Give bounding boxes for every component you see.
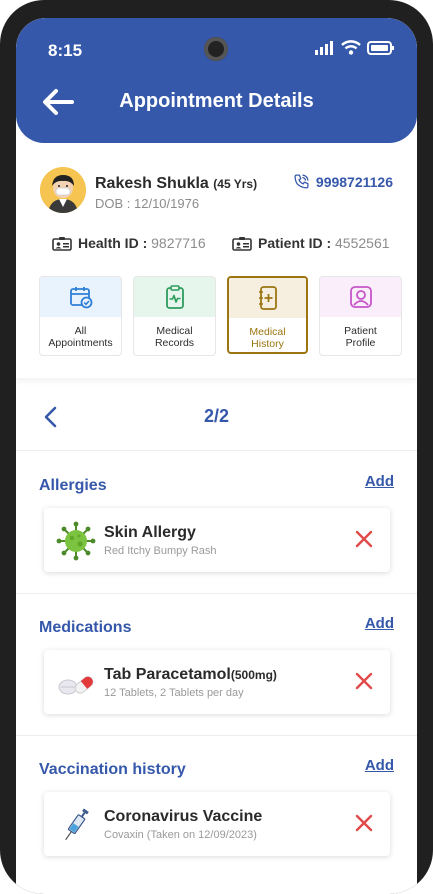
virus-icon [56,521,96,561]
patient-id-label: Patient ID : [258,235,332,251]
section-title: Medications [39,619,132,636]
delete-x-icon[interactable] [354,529,374,549]
section-title: Allergies [39,477,107,494]
medication-detail: 12 Tablets, 2 Tablets per day [104,687,244,699]
page-indicator: 2/2 [203,406,230,426]
tile-label-line2: Appointments [48,337,113,349]
medication-dose: (500mg) [230,668,277,682]
quick-nav-tiles: All Appointments Medical Records Medical… [39,276,402,356]
add-medication-button[interactable]: Add [365,615,394,632]
tile-label-line2: Records [154,337,195,349]
health-id-label: Health ID : [78,235,148,251]
tile-label-line1: Medical [156,325,193,337]
add-vaccination-button[interactable]: Add [365,757,394,774]
patient-age: (45 Yrs) [213,177,258,191]
phone-frame: 8:15 Appointment Details Rakesh Shukla (… [0,0,433,894]
signal-icon [315,40,333,55]
patient-dob: DOB : 12/10/1976 [95,196,200,211]
patient-id-value: 4552561 [335,235,390,251]
vaccination-card: Coronavirus Vaccine Covaxin (Taken on 12… [44,792,390,856]
vaccine-detail: Covaxin (Taken on 12/09/2023) [104,829,257,841]
medications-section: Medications Add Tab Paracetamol(500mg) 1… [16,593,417,736]
patient-id-row: Patient ID : 4552561 [232,235,390,251]
add-allergy-button[interactable]: Add [365,473,394,490]
tile-patient-profile[interactable]: Patient Profile [319,276,402,356]
medication-name: Tab Paracetamol [104,666,231,683]
tile-all-appointments[interactable]: All Appointments [39,276,122,356]
pills-icon [58,676,94,695]
tile-label-line1: All [74,325,87,337]
medical-book-icon [258,286,277,310]
phone-call-icon [294,174,309,189]
tile-label-line1: Patient [344,325,377,337]
vaccination-section: Vaccination history Add Coronavirus Vacc… [16,735,417,877]
pager: 2/2 [16,390,417,451]
tile-icon-bg [229,278,306,318]
allergy-detail: Red Itchy Bumpy Rash [104,545,217,557]
tile-label-line1: Medical [249,326,286,338]
tile-label-line2: Profile [345,337,376,349]
vaccine-name: Coronavirus Vaccine [104,808,263,825]
section-title: Vaccination history [39,761,186,778]
health-id-value: 9827716 [151,235,206,251]
battery-icon [367,40,394,55]
clipboard-pulse-icon [165,285,184,309]
allergy-card: Skin Allergy Red Itchy Bumpy Rash [44,508,390,572]
delete-x-icon[interactable] [354,813,374,833]
id-card-icon [232,236,252,251]
health-id-row: Health ID : 9827716 [52,235,206,251]
id-card-icon [52,236,72,251]
patient-name-row: Rakesh Shukla (45 Yrs) [95,175,257,193]
medication-card: Tab Paracetamol(500mg) 12 Tablets, 2 Tab… [44,650,390,714]
phone-number-link[interactable]: 9998721126 [293,173,393,190]
syringe-icon [65,808,89,841]
tile-medical-history[interactable]: Medical History [227,276,308,354]
patient-name: Rakesh Shukla [95,175,209,192]
calendar-check-icon [69,287,92,309]
page-title: Appointment Details [119,90,314,112]
tile-icon-bg [40,277,121,317]
tile-label-line2: History [251,338,284,350]
allergies-section: Allergies Add Skin Allergy Red Itchy Bum… [16,451,417,594]
tile-icon-bg [320,277,401,317]
patient-profile-card: Rakesh Shukla (45 Yrs) DOB : 12/10/1976 … [16,143,417,378]
delete-x-icon[interactable] [354,671,374,691]
avatar [40,167,86,213]
camera-notch [204,37,228,61]
app-screen: 8:15 Appointment Details Rakesh Shukla (… [16,18,417,894]
status-icons [315,40,395,55]
app-header: 8:15 Appointment Details [16,18,417,143]
medication-title: Tab Paracetamol(500mg) [104,666,277,684]
wifi-icon [341,40,361,55]
status-time: 8:15 [48,41,83,60]
phone-number: 9998721126 [315,173,393,190]
user-profile-icon [349,286,372,308]
tile-medical-records[interactable]: Medical Records [133,276,216,356]
allergy-name: Skin Allergy [104,524,196,541]
tile-icon-bg [134,277,215,317]
